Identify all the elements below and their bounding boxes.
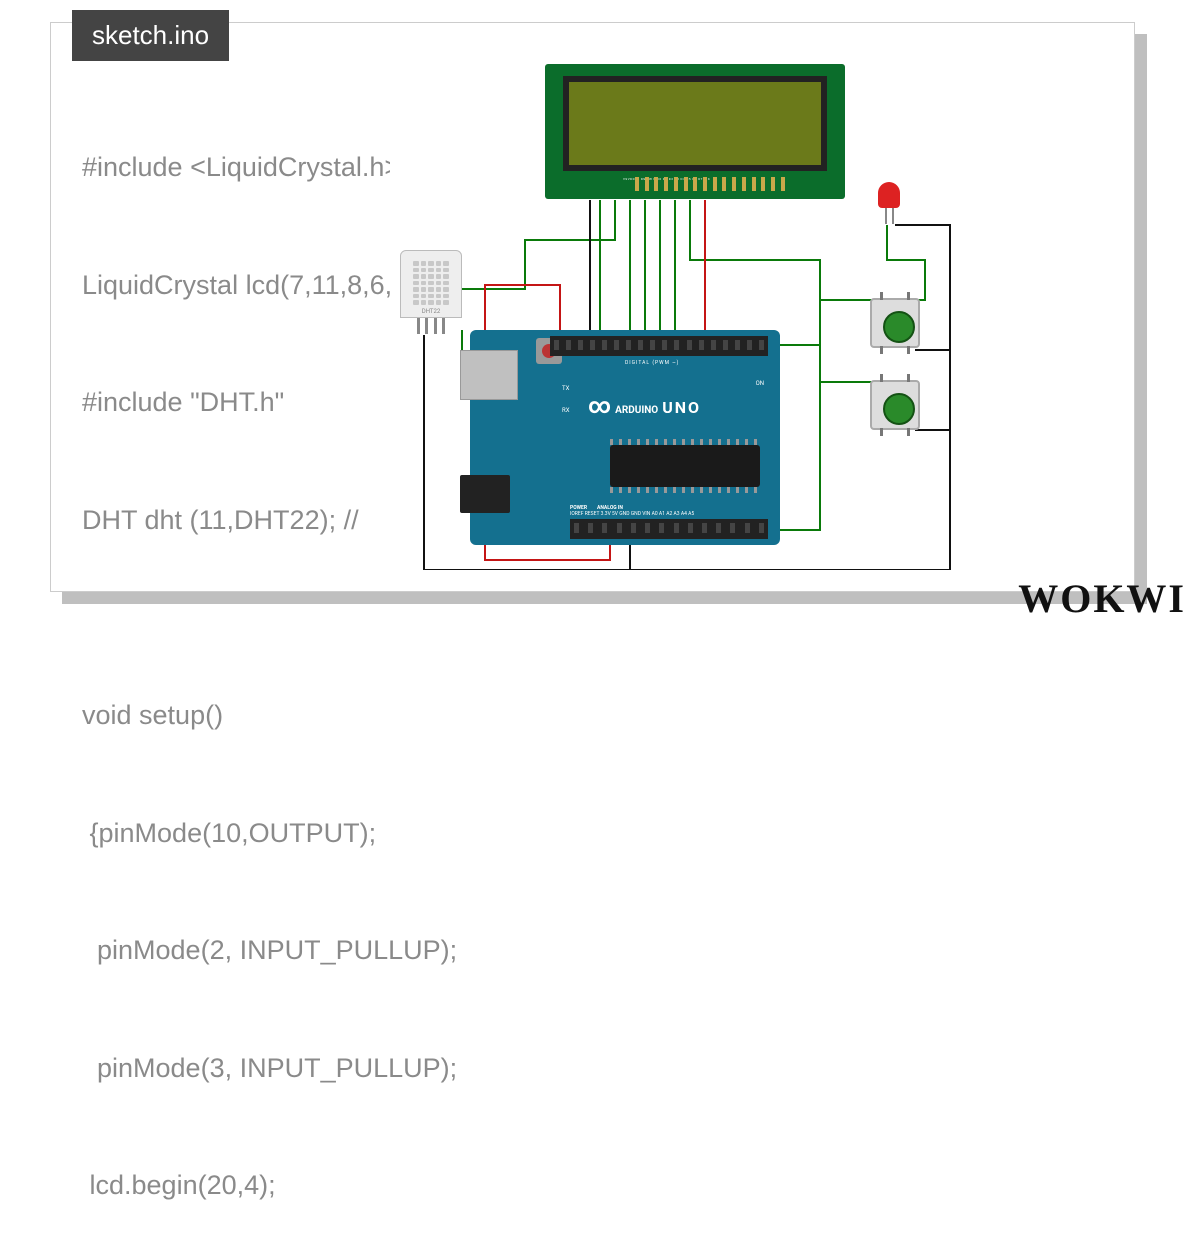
tx-rx-labels: TX RX (562, 385, 569, 429)
circuit-canvas[interactable]: VSVDDV0 RS RW E D0 D1 D2 D3 D4 D5 D6 D7 … (390, 60, 1130, 570)
code-line: lcd.begin(20,4); (82, 1166, 713, 1205)
led-red[interactable] (878, 182, 900, 224)
lcd-screen (563, 76, 827, 171)
code-line: void setup() (82, 696, 713, 735)
pushbutton-1[interactable] (870, 298, 920, 348)
power-analog-header (570, 519, 768, 539)
bottom-pin-labels: POWER ANALOG IN IOREF RESET 3.3V 5V GND … (570, 505, 694, 517)
digital-header (550, 336, 768, 356)
power-jack (460, 475, 510, 513)
dht22-sensor[interactable]: DHT22 (400, 250, 462, 334)
digital-label: DIGITAL (PWM ~) (625, 360, 679, 366)
file-tab[interactable]: sketch.ino (72, 10, 229, 61)
code-line: pinMode(3, INPUT_PULLUP); (82, 1049, 713, 1088)
atmega-chip (610, 445, 760, 487)
wokwi-logo: WOKWI (1018, 575, 1186, 622)
pushbutton-2[interactable] (870, 380, 920, 430)
dht-label: DHT22 (401, 308, 461, 315)
lcd-2004[interactable]: VSVDDV0 RS RW E D0 D1 D2 D3 D4 D5 D6 D7 … (545, 64, 845, 199)
led-bulb (878, 182, 900, 208)
arduino-logo: ∞ARDUINOUNO (588, 394, 701, 419)
arduino-uno[interactable]: DIGITAL (PWM ~) TX RX ON ∞ARDUINOUNO POW… (470, 330, 780, 545)
lcd-pin-header (635, 177, 785, 195)
usb-port (460, 350, 518, 400)
code-line: {pinMode(10,OUTPUT); (82, 814, 713, 853)
code-line: pinMode(2, INPUT_PULLUP); (82, 931, 713, 970)
on-label: ON (756, 380, 764, 387)
